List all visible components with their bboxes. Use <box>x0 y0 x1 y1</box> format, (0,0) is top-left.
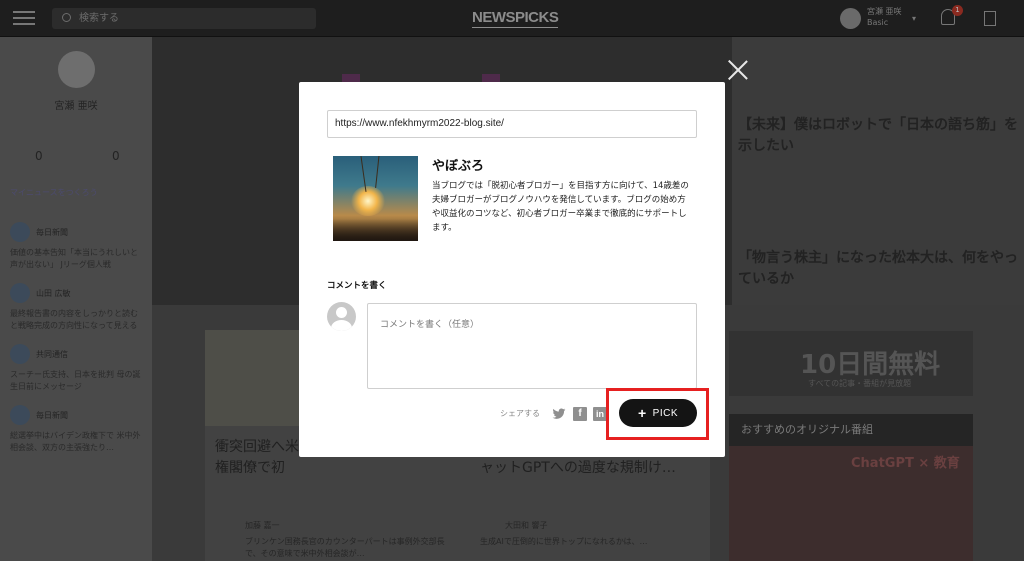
banner-headline: 10日間無料 <box>800 350 941 380</box>
commenter-name[interactable]: 加藤 嘉一 <box>245 520 280 532</box>
left-sidebar: 宮瀬 亜咲 0 0 マイニュースをつくろう 毎日新聞 価値の基本告知「本当にうれ… <box>0 37 152 561</box>
share-label: シェアする <box>500 409 540 418</box>
feed-text: 総選挙中はバイデン政権下で 米中外相会談、双方の主張強たり… <box>10 431 141 452</box>
feed-text: 価値の基本告知「本当にうれしいと声が出ない」 Jリーグ個人戦 <box>10 248 138 269</box>
list-item[interactable]: 共同通信 スーチー氏支持、日本を批判 母の誕生日前にメッセージ <box>10 344 144 393</box>
feed-source: 毎日新聞 <box>36 227 68 237</box>
feed-source: 山田 広敏 <box>36 288 71 298</box>
article-thumbnail[interactable] <box>205 330 300 426</box>
highlight-box <box>606 388 709 440</box>
list-item[interactable]: 毎日新聞 価値の基本告知「本当にうれしいと声が出ない」 Jリーグ個人戦 <box>10 222 144 271</box>
notification-badge: 1 <box>952 5 963 16</box>
followers-count[interactable]: 0 <box>112 149 120 163</box>
article-title[interactable]: 衝突回避へ米権閣僚で初 <box>215 437 299 479</box>
comment-input[interactable] <box>367 303 697 389</box>
list-item[interactable]: 毎日新聞 総選挙中はバイデン政権下で 米中外相会談、双方の主張強たり… <box>10 405 144 454</box>
avatar <box>10 283 30 303</box>
avatar <box>10 344 30 364</box>
banner-subtext: すべての記事・番組が見放題 <box>808 379 912 388</box>
feed-text: スーチー氏支持、日本を批判 母の誕生日前にメッセージ <box>10 370 141 391</box>
close-icon[interactable] <box>727 59 749 81</box>
avatar <box>10 405 30 425</box>
feed-source: 毎日新聞 <box>36 410 68 420</box>
user-avatar[interactable] <box>840 8 861 29</box>
facebook-icon[interactable]: f <box>573 407 587 421</box>
menu-icon[interactable] <box>13 11 35 26</box>
comment-text: ブリンケン国務長官のカウンターパートは事例外交部長で、その意味で米中外相会談が… <box>245 537 445 558</box>
left-feed-list: 毎日新聞 価値の基本告知「本当にうれしいと声が出ない」 Jリーグ個人戦 山田 広… <box>10 222 144 466</box>
url-field[interactable]: https://www.nfekhmyrm2022-blog.site/ <box>327 110 697 138</box>
feed-text: 最終報告書の内容をしっかりと読むと戦略完成の方向性になって見える <box>10 309 138 330</box>
pick-modal: https://www.nfekhmyrm2022-blog.site/ やぼぶ… <box>299 82 725 457</box>
avatar <box>10 222 30 242</box>
feed-source: 共同通信 <box>36 349 68 359</box>
user-plan: Basic <box>867 18 889 27</box>
avatar <box>327 302 356 331</box>
mynews-link[interactable]: マイニュースをつくろう <box>10 187 98 198</box>
top-nav-bar: 検索する NEWSPICKS 宮瀬 亜咲 Basic ▾ 1 <box>0 0 1024 37</box>
user-menu[interactable]: 宮瀬 亜咲 Basic <box>867 6 902 28</box>
article-title[interactable]: ャットGPTへの過度な規制け… <box>480 458 676 479</box>
original-programs-heading: おすすめのオリジナル番組 <box>729 414 973 446</box>
search-placeholder: 検索する <box>79 13 119 24</box>
comment-text: 生成AIで圧倒的に世界トップになれるかは、… <box>480 537 648 546</box>
linkedin-icon[interactable]: in <box>593 407 607 421</box>
search-icon <box>62 13 71 22</box>
profile-avatar[interactable] <box>58 51 95 88</box>
following-count[interactable]: 0 <box>35 149 43 163</box>
newspicks-logo[interactable]: NEWSPICKS <box>472 9 559 28</box>
list-item[interactable]: 山田 広敏 最終報告書の内容をしっかりと読むと戦略完成の方向性になって見える <box>10 283 144 332</box>
comment-label: コメントを書く <box>327 281 387 291</box>
article-title[interactable]: 【未来】僕はロボットで「日本の語ち筋」を示したい <box>738 115 1018 157</box>
program-label: ChatGPT × 教育 <box>851 456 960 471</box>
user-name: 宮瀬 亜咲 <box>867 7 902 16</box>
site-thumbnail <box>333 156 418 241</box>
site-title: やぼぶろ <box>432 159 485 174</box>
chevron-down-icon[interactable]: ▾ <box>912 14 916 23</box>
article-title[interactable]: 「物言う株主」になった松本大は、何をやっているか <box>738 248 1018 290</box>
site-description: 当ブログでは「脱初心者ブロガー」を目指す方に向けて、14歳差の夫婦ブロガーがブロ… <box>432 181 689 233</box>
commenter-name[interactable]: 大田和 響子 <box>505 520 548 532</box>
profile-name[interactable]: 宮瀬 亜咲 <box>0 97 152 112</box>
document-icon[interactable] <box>984 11 996 26</box>
search-input[interactable]: 検索する <box>52 8 316 29</box>
twitter-icon[interactable] <box>552 407 566 421</box>
